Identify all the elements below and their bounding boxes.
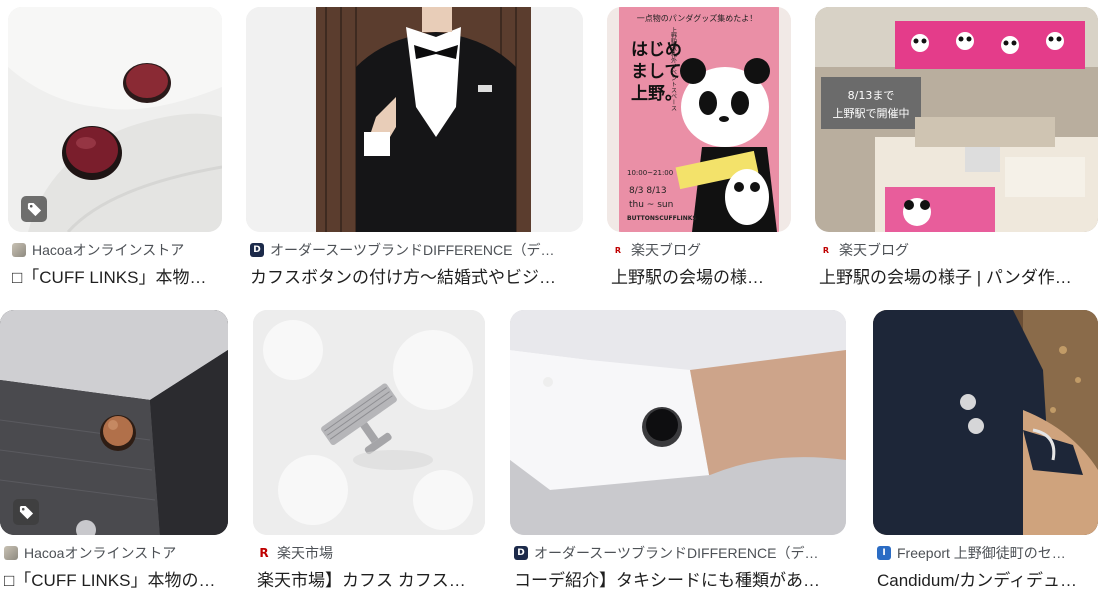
result-thumbnail[interactable]: 8/13まで 上野駅で開催中	[815, 7, 1098, 232]
booth-sign-line1: 8/13まで	[848, 89, 895, 102]
panda-poster-image: 一点物のパンダグッズ集めたよ！ はじめまして、上野。 10:00~21:00 8…	[607, 7, 791, 232]
silver-cufflink-image	[253, 310, 485, 535]
difference-favicon: D	[514, 546, 528, 560]
result-source-label: Freeport 上野御徒町のセ…	[897, 545, 1066, 561]
result-card[interactable]: Hacoaオンラインストア □「CUFF LINKS」本物の…	[0, 310, 228, 600]
black-cufflink-sleeve-image	[510, 310, 846, 535]
result-source-label: Hacoaオンラインストア	[24, 545, 177, 561]
result-source-label: オーダースーツブランドDIFFERENCE（デ…	[534, 545, 819, 561]
tuxedo-image	[246, 7, 583, 232]
result-source[interactable]: D オーダースーツブランドDIFFERENCE（デ…	[250, 240, 583, 260]
result-thumbnail[interactable]	[510, 310, 846, 535]
booth-sign-line2: 上野駅で開催中	[833, 106, 910, 120]
panda-booth-image: 8/13まで 上野駅で開催中	[815, 7, 1098, 232]
result-source[interactable]: R 楽天ブログ	[819, 240, 1098, 260]
poster-side-text: 上野駅改札外イベントスペース	[670, 26, 677, 111]
poster-time: 10:00~21:00	[627, 169, 673, 177]
result-title[interactable]: Candidum/カンディデュ…	[877, 566, 1098, 591]
result-source-label: 楽天ブログ	[631, 242, 701, 258]
result-source[interactable]: D オーダースーツブランドDIFFERENCE（デ…	[514, 543, 846, 563]
result-source-label: 楽天ブログ	[839, 242, 909, 258]
rakuten-ichiba-favicon: R	[257, 546, 271, 560]
result-title[interactable]: 上野駅の会場の様…	[611, 263, 791, 288]
result-card[interactable]: R 楽天市場 楽天市場】カフス カフス…	[253, 310, 485, 600]
result-source-label: Hacoaオンラインストア	[32, 242, 185, 258]
poster-days: thu ~ sun	[629, 200, 673, 210]
result-thumbnail[interactable]	[253, 310, 485, 535]
result-thumbnail[interactable]	[873, 310, 1098, 535]
result-source-label: オーダースーツブランドDIFFERENCE（デ…	[270, 242, 555, 258]
result-title[interactable]: 上野駅の会場の様子 | パンダ作…	[819, 263, 1098, 288]
result-thumbnail[interactable]	[246, 7, 583, 232]
freeport-favicon: I	[877, 546, 891, 560]
result-source[interactable]: Hacoaオンラインストア	[4, 543, 228, 563]
hacoa-favicon	[12, 243, 26, 257]
result-card[interactable]: 8/13まで 上野駅で開催中 R 楽天ブログ 上野駅の会場の様子 | パンダ作…	[815, 7, 1098, 297]
rakuten-blog-favicon: R	[611, 243, 625, 257]
difference-favicon: D	[250, 243, 264, 257]
result-source[interactable]: R 楽天市場	[257, 543, 485, 563]
result-source-label: 楽天市場	[277, 545, 333, 561]
tag-icon	[13, 499, 39, 525]
tag-icon	[21, 196, 47, 222]
result-source[interactable]: R 楽天ブログ	[611, 240, 791, 260]
result-thumbnail[interactable]	[8, 7, 222, 232]
result-title[interactable]: 楽天市場】カフス カフス…	[257, 566, 485, 591]
result-title[interactable]: □「CUFF LINKS」本物の…	[4, 566, 228, 591]
rakuten-blog-favicon: R	[819, 243, 833, 257]
result-title[interactable]: カフスボタンの付け方〜結婚式やビジ…	[250, 263, 583, 288]
result-source[interactable]: I Freeport 上野御徒町のセ…	[877, 543, 1098, 563]
result-thumbnail[interactable]: 一点物のパンダグッズ集めたよ！ はじめまして、上野。 10:00~21:00 8…	[607, 7, 791, 232]
result-title[interactable]: □「CUFF LINKS」本物…	[12, 263, 222, 288]
poster-brand: BUTTONSCUFFLINKS	[627, 215, 697, 222]
result-thumbnail[interactable]	[0, 310, 228, 535]
result-card[interactable]: 一点物のパンダグッズ集めたよ！ はじめまして、上野。 10:00~21:00 8…	[607, 7, 791, 297]
result-card[interactable]: D オーダースーツブランドDIFFERENCE（デ… カフスボタンの付け方〜結婚…	[246, 7, 583, 297]
poster-dates: 8/3 8/13	[629, 186, 667, 196]
hacoa-favicon	[4, 546, 18, 560]
result-title[interactable]: コーデ紹介】タキシードにも種類があ…	[514, 566, 846, 591]
navy-jacket-buttons-image	[873, 310, 1098, 535]
result-card[interactable]: I Freeport 上野御徒町のセ… Candidum/カンディデュ…	[873, 310, 1098, 600]
poster-top-line: 一点物のパンダグッズ集めたよ！	[637, 13, 757, 23]
result-card[interactable]: D オーダースーツブランドDIFFERENCE（デ… コーデ紹介】タキシードにも…	[510, 310, 846, 600]
result-card[interactable]: Hacoaオンラインストア □「CUFF LINKS」本物…	[8, 7, 222, 297]
result-source[interactable]: Hacoaオンラインストア	[12, 240, 222, 260]
